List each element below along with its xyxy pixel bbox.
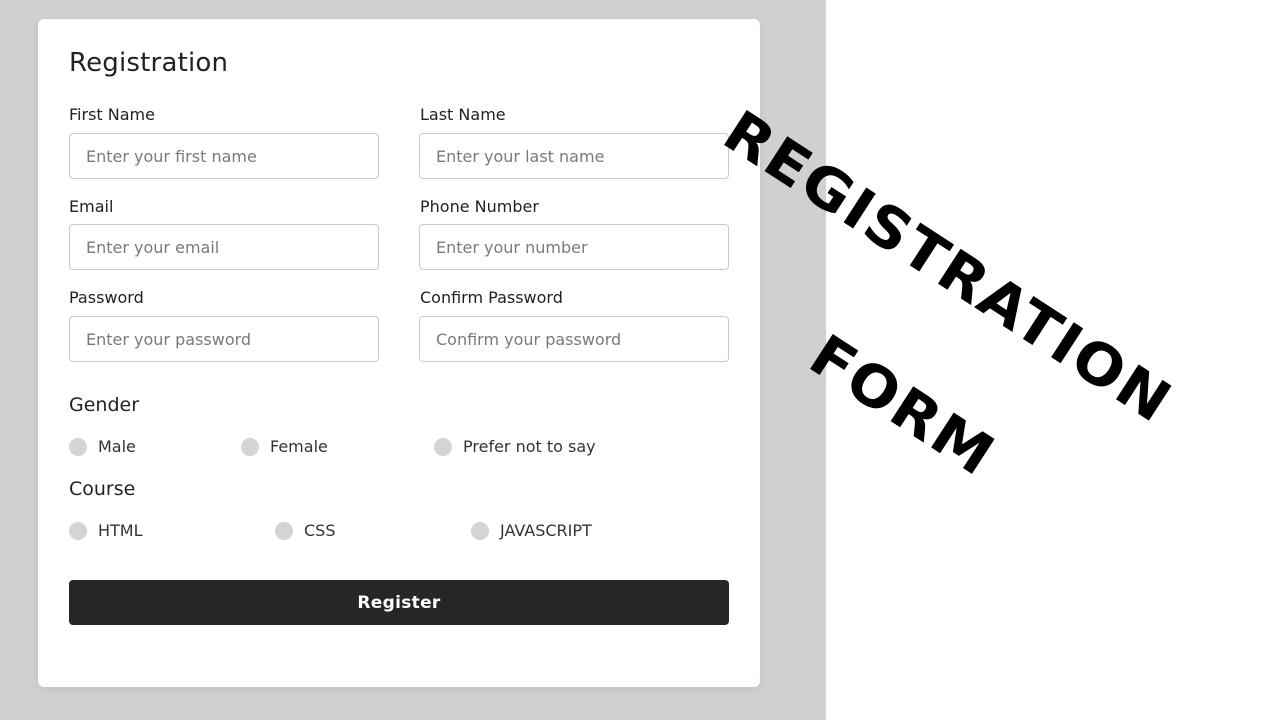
first-name-input[interactable]	[69, 133, 379, 179]
radio-icon[interactable]	[434, 437, 452, 456]
course-option-label: CSS	[304, 521, 336, 540]
form-title: Registration	[69, 48, 229, 78]
radio-icon[interactable]	[69, 521, 87, 540]
decor-title-line-2: FORM	[797, 322, 1007, 490]
confirm-password-input[interactable]	[419, 316, 729, 362]
radio-icon[interactable]	[275, 521, 293, 540]
course-title: Course	[69, 478, 136, 500]
gender-option-label: Male	[98, 437, 136, 456]
course-option-html[interactable]: HTML	[69, 521, 143, 540]
first-name-label: First Name	[69, 105, 155, 124]
password-input[interactable]	[69, 316, 379, 362]
gender-title: Gender	[69, 394, 140, 416]
phone-label: Phone Number	[420, 197, 539, 216]
course-option-javascript[interactable]: JAVASCRIPT	[471, 521, 592, 540]
email-label: Email	[69, 197, 114, 216]
page: Registration First Name Last Name Email …	[0, 0, 1280, 720]
last-name-label: Last Name	[420, 105, 506, 124]
gender-option-prefer-not[interactable]: Prefer not to say	[434, 437, 596, 456]
gender-option-female[interactable]: Female	[241, 437, 328, 456]
password-label: Password	[69, 288, 144, 307]
register-button[interactable]: Register	[69, 580, 729, 625]
gender-option-male[interactable]: Male	[69, 437, 136, 456]
last-name-input[interactable]	[419, 133, 729, 179]
gender-option-label: Prefer not to say	[463, 437, 596, 456]
course-option-css[interactable]: CSS	[275, 521, 335, 540]
course-option-label: JAVASCRIPT	[500, 521, 592, 540]
phone-input[interactable]	[419, 224, 729, 270]
registration-card: Registration First Name Last Name Email …	[38, 19, 760, 687]
email-input[interactable]	[69, 224, 379, 270]
gender-option-label: Female	[270, 437, 328, 456]
radio-icon[interactable]	[471, 521, 489, 540]
radio-icon[interactable]	[69, 437, 87, 456]
course-option-label: HTML	[98, 521, 143, 540]
radio-icon[interactable]	[241, 437, 259, 456]
confirm-password-label: Confirm Password	[420, 288, 563, 307]
